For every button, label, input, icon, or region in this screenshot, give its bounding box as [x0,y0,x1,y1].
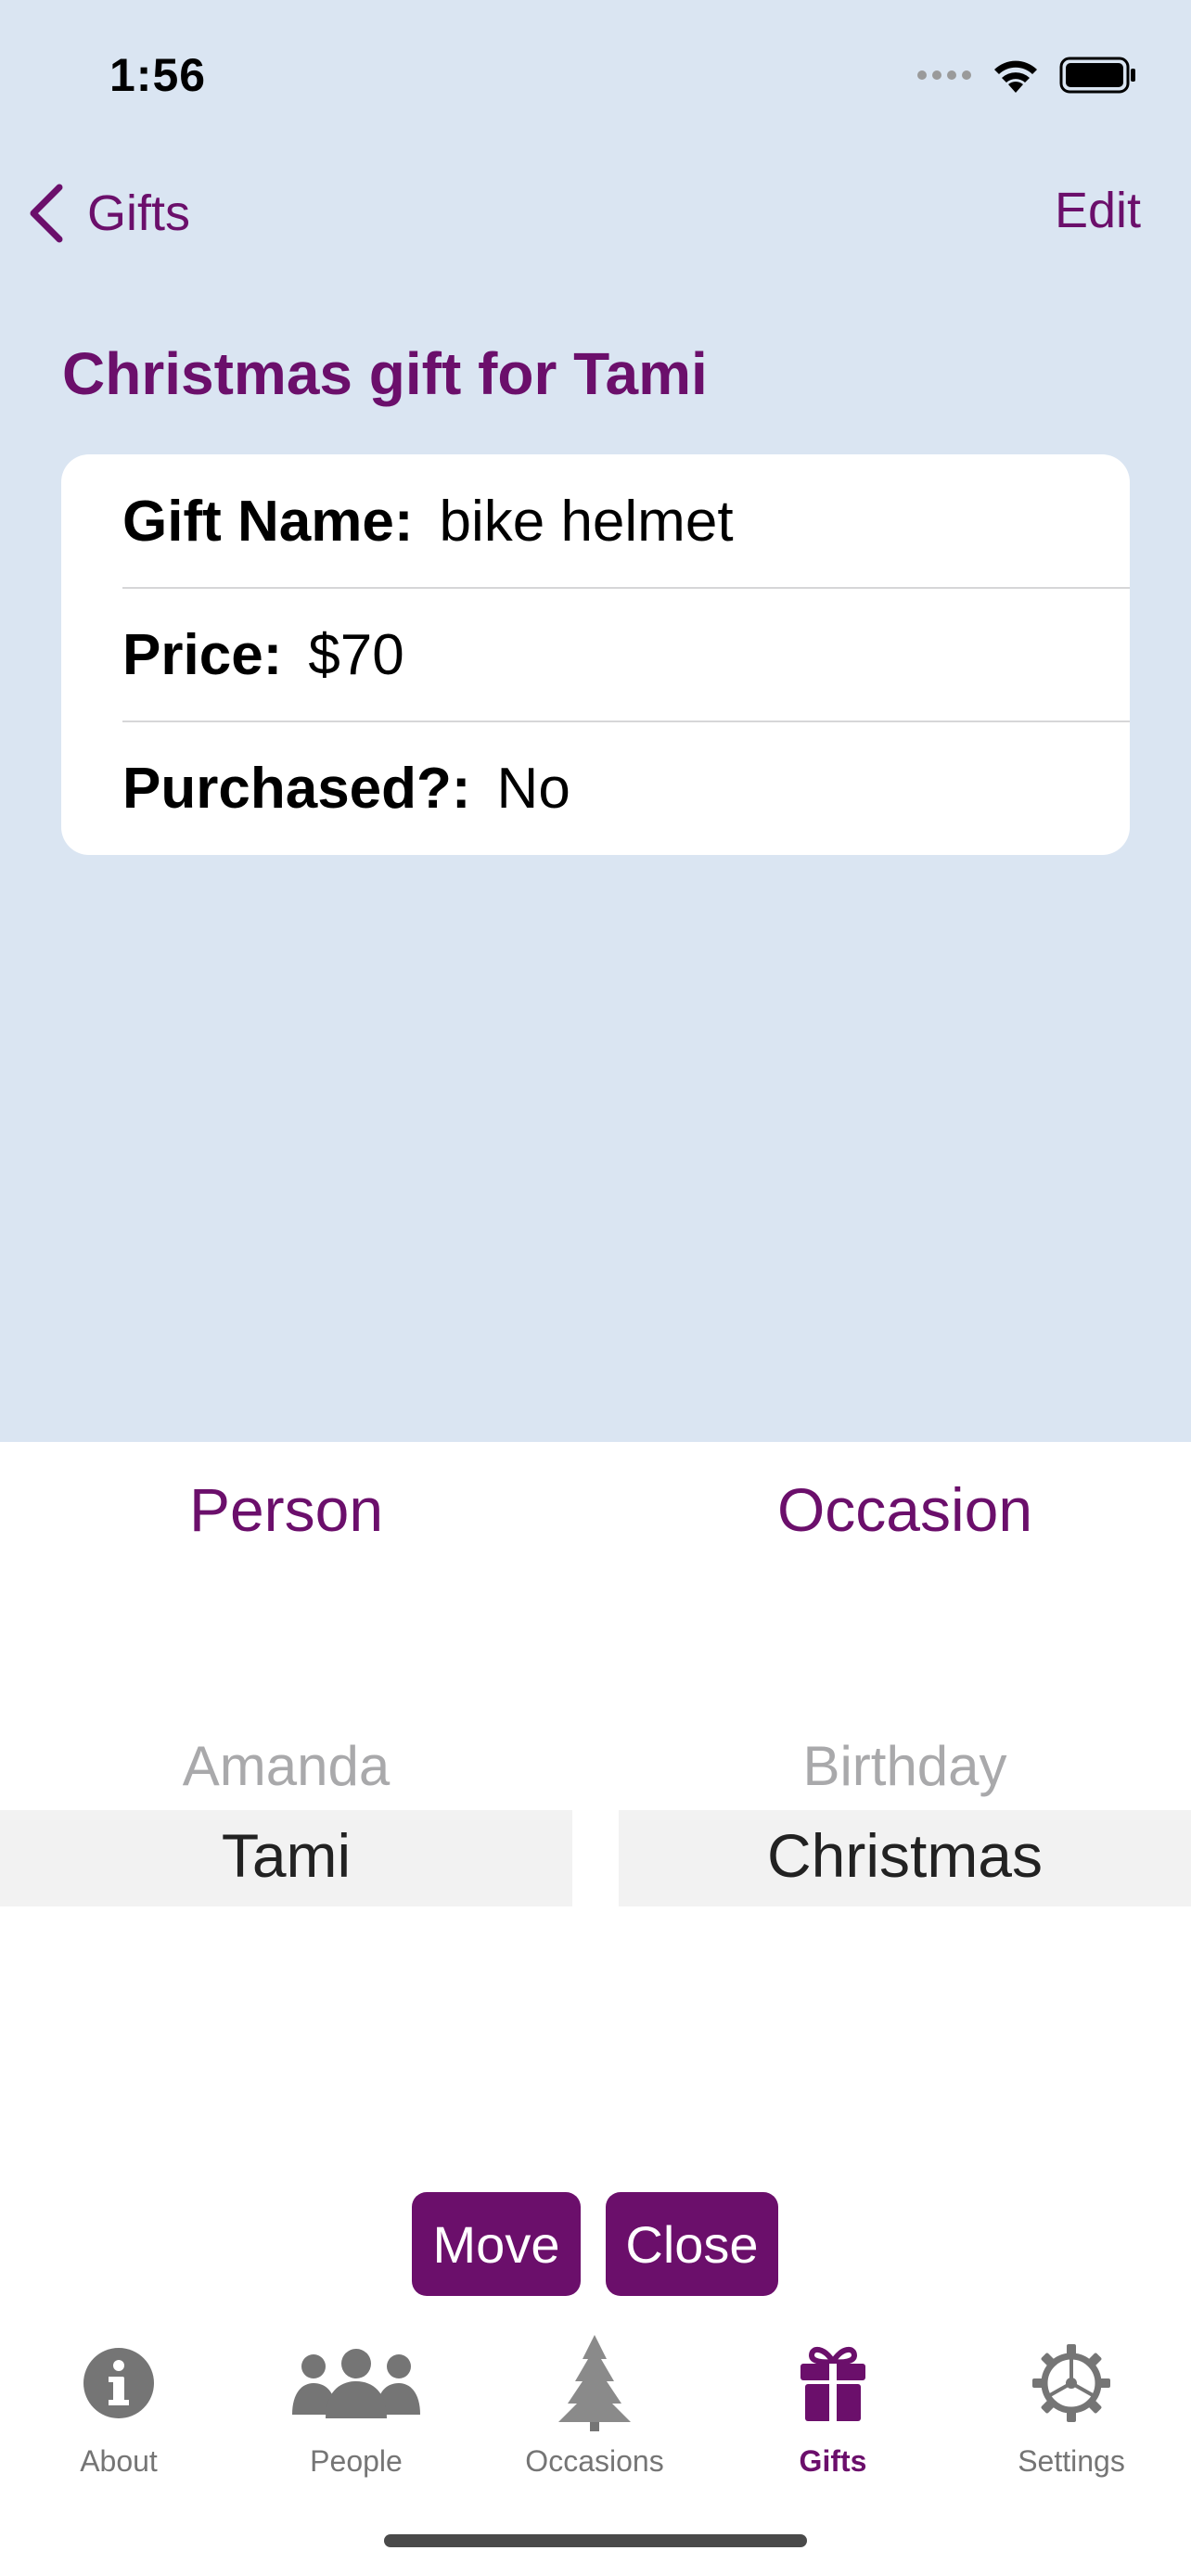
close-button[interactable]: Close [606,2192,778,2296]
gift-name-row: Gift Name: bike helmet [122,454,1130,588]
tree-icon [558,2335,631,2431]
move-button[interactable]: Move [412,2192,581,2296]
tab-label: About [80,2444,158,2478]
back-label: Gifts [87,185,191,241]
tab-label: People [310,2444,403,2478]
tab-about[interactable]: About [0,2318,237,2478]
gear-icon [1032,2344,1110,2422]
signal-icon [917,70,971,80]
person-selected-option[interactable]: Tami [0,1820,572,1891]
people-icon [292,2349,420,2418]
occasion-selected-option[interactable]: Christmas [619,1820,1191,1891]
gift-icon [800,2347,865,2421]
occasion-picker-header: Occasion [776,1475,1033,1544]
tab-label: Gifts [799,2444,867,2478]
chevron-left-icon [30,184,63,243]
tab-gifts[interactable]: Gifts [714,2318,952,2478]
gift-name-value: bike helmet [439,489,734,554]
gift-details-card: Gift Name: bike helmet Price: $70 Purcha… [61,454,1130,855]
purchased-row: Purchased?: No [122,721,1130,855]
edit-button[interactable]: Edit [1055,182,1141,239]
page-title: Christmas gift for Tami [62,340,708,407]
tab-people[interactable]: People [237,2318,475,2478]
price-label: Price: [122,622,283,687]
status-time: 1:56 [109,49,207,101]
occasion-option[interactable]: Birthday [619,1734,1191,1798]
price-value: $70 [308,622,404,687]
gift-name-label: Gift Name: [122,489,414,554]
battery-icon [1059,57,1135,94]
tab-label: Settings [1018,2444,1125,2478]
tab-bar: About People Occasions Gifts Settings [0,2318,1191,2478]
tab-label: Occasions [525,2444,664,2478]
info-icon [83,2348,154,2418]
home-indicator[interactable] [384,2534,807,2547]
status-icons [916,52,1137,98]
wifi-icon [994,60,1037,93]
person-option[interactable]: Amanda [0,1734,572,1798]
tab-settings[interactable]: Settings [953,2318,1190,2478]
purchased-value: No [496,756,570,821]
person-picker-header: Person [188,1475,384,1544]
back-button[interactable]: Gifts [26,176,190,250]
price-row: Price: $70 [122,588,1130,721]
tab-occasions[interactable]: Occasions [476,2318,713,2478]
purchased-label: Purchased?: [122,756,471,821]
